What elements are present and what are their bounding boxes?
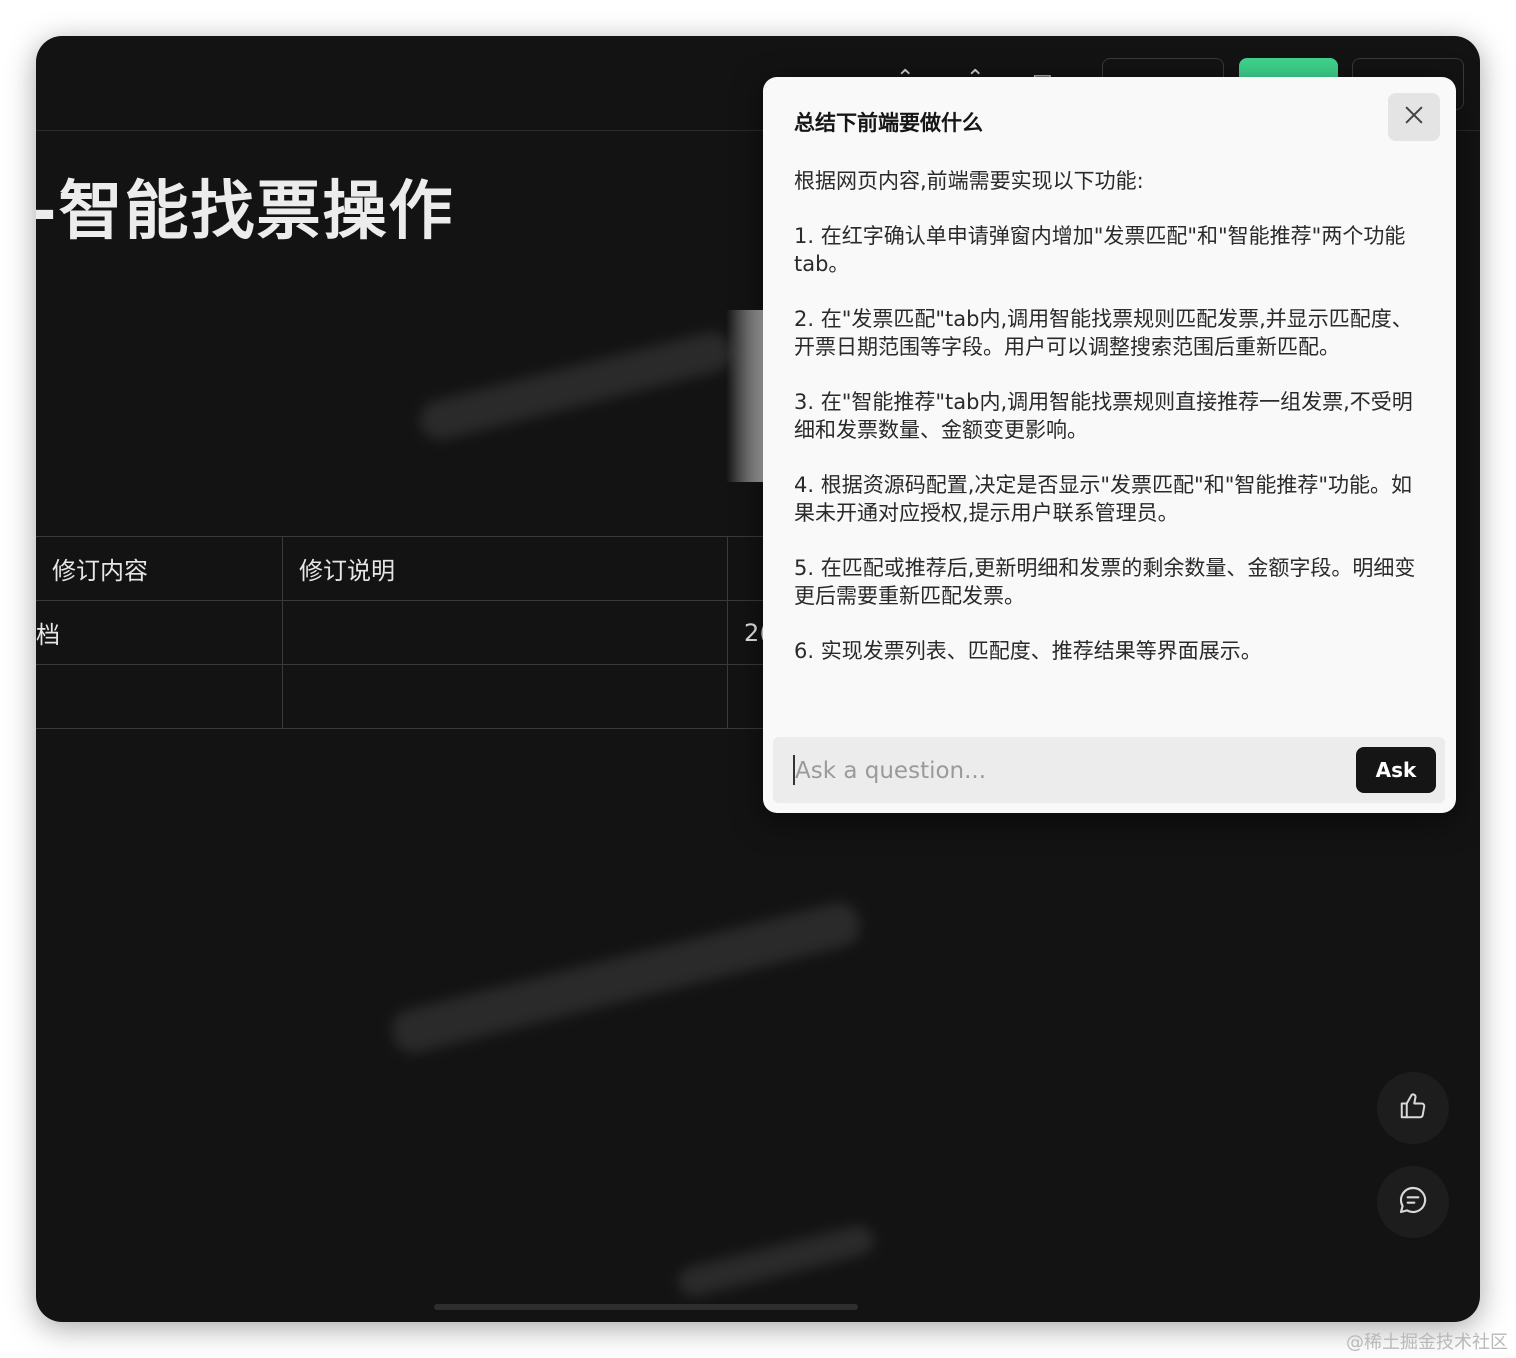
ask-button[interactable]: Ask (1356, 747, 1436, 793)
table-cell (36, 664, 283, 729)
table-cell: 档 (36, 600, 283, 665)
table-cell (282, 664, 728, 729)
answer-paragraph: 1. 在红字确认单申请弹窗内增加"发票匹配"和"智能推荐"两个功能tab。 (794, 224, 1406, 276)
table-cell (282, 600, 728, 665)
app-window: ⌃ ⌃ ▭ -智能找票操作 修订内容 修订说明 档 2( (36, 36, 1480, 1322)
answer-paragraph: 根据网页内容,前端需要实现以下功能: (794, 169, 1144, 193)
answer-paragraph: 2. 在"发票匹配"tab内,调用智能找票规则匹配发票,并显示匹配度、开票日期范… (794, 307, 1413, 359)
blurred-content (387, 898, 865, 1058)
close-button[interactable] (1388, 93, 1440, 141)
image-edge (726, 310, 766, 482)
answer-body: 根据网页内容,前端需要实现以下功能: 1. 在红字确认单申请弹窗内增加"发票匹配… (794, 167, 1429, 692)
cell-text: 档 (36, 621, 60, 649)
ask-bar: Ask (773, 737, 1445, 803)
blurred-content (675, 1222, 877, 1300)
question-text: 总结下前端要做什么 (794, 111, 983, 135)
like-button[interactable] (1377, 1072, 1449, 1144)
horizontal-scrollbar[interactable] (434, 1304, 858, 1310)
thumbs-up-icon (1398, 1091, 1428, 1125)
table-header-cell: 修订说明 (282, 536, 728, 601)
watermark: @稀土掘金技术社区 (1346, 1332, 1508, 1353)
comment-button[interactable] (1377, 1166, 1449, 1238)
page-title: -智能找票操作 (36, 175, 455, 249)
answer-paragraph: 4. 根据资源码配置,决定是否显示"发票匹配"和"智能推荐"功能。如果未开通对应… (794, 473, 1413, 525)
answer-paragraph: 6. 实现发票列表、匹配度、推荐结果等界面展示。 (794, 639, 1262, 663)
ai-answer-popup: 总结下前端要做什么 根据网页内容,前端需要实现以下功能: 1. 在红字确认单申请… (763, 77, 1456, 813)
comment-icon (1397, 1184, 1429, 1220)
close-icon (1403, 104, 1425, 130)
answer-paragraph: 5. 在匹配或推荐后,更新明细和发票的剩余数量、金额字段。明细变更后需要重新匹配… (794, 556, 1416, 608)
answer-paragraph: 3. 在"智能推荐"tab内,调用智能找票规则直接推荐一组发票,不受明细和发票数… (794, 390, 1413, 442)
question-input[interactable] (793, 749, 1337, 793)
table-header-cell: 修订内容 (36, 536, 283, 601)
blurred-content (415, 327, 737, 445)
